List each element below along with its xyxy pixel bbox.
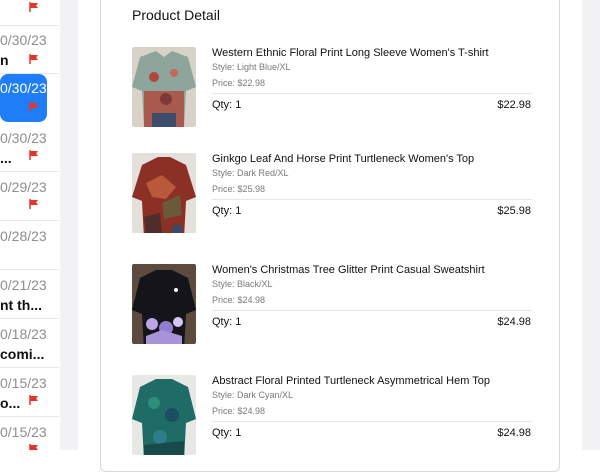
product-amount: $24.98	[497, 427, 531, 439]
message-list-item[interactable]: 0/21/23 nt th...	[0, 271, 59, 319]
content-gutter-left	[60, 0, 78, 450]
product-price: Price: $24.98	[212, 406, 266, 416]
message-list-item[interactable]: 0/15/23 o...	[0, 369, 59, 417]
product-price: Price: $22.98	[212, 78, 266, 88]
product-thumbnail[interactable]	[132, 264, 196, 344]
message-date: 0/15/23	[0, 424, 47, 440]
product-item[interactable]: Women's Christmas Tree Glitter Print Cas…	[132, 264, 532, 354]
message-preview: o...	[0, 395, 21, 411]
product-amount: $24.98	[497, 316, 531, 328]
message-date: 0/30/23	[0, 32, 47, 48]
product-detail-title: Product Detail	[132, 7, 220, 23]
message-list-item[interactable]: 0/30/23 n	[0, 26, 59, 74]
message-date: 0/18/23	[0, 326, 47, 342]
flag-icon	[29, 444, 39, 450]
product-amount: $22.98	[497, 99, 531, 111]
product-style: Style: Black/XL	[212, 279, 273, 289]
product-detail-card: Product Detail Western Ethnic Floral Pri…	[100, 0, 560, 472]
message-preview: nt th...	[0, 297, 42, 313]
message-date: 0/15/23	[0, 375, 47, 391]
divider	[212, 421, 532, 422]
product-price: Price: $24.98	[212, 295, 266, 305]
message-preview: ...	[0, 150, 12, 166]
product-name: Abstract Floral Printed Turtleneck Asymm…	[212, 375, 490, 387]
message-list-item[interactable]: 0/18/23 comi...	[0, 320, 59, 368]
product-qty: Qty: 1	[212, 427, 242, 439]
message-list-item[interactable]: 0/15/23	[0, 418, 59, 450]
message-list-item[interactable]: 0/29/23	[0, 173, 59, 221]
message-preview: comi...	[0, 346, 45, 362]
message-date: 0/21/23	[0, 277, 47, 293]
product-item[interactable]: Abstract Floral Printed Turtleneck Asymm…	[132, 375, 532, 465]
product-qty: Qty: 1	[212, 99, 242, 111]
message-date: 0/28/23	[0, 228, 47, 244]
message-list-item-selected[interactable]: 0/30/23	[0, 74, 47, 122]
message-list-item[interactable]: 0/28/23	[0, 222, 59, 270]
product-qty: Qty: 1	[212, 316, 242, 328]
content-gutter-right	[582, 0, 600, 450]
product-amount: $25.98	[497, 205, 531, 217]
message-date: 0/29/23	[0, 179, 47, 195]
flag-icon	[29, 199, 39, 209]
message-body: Product Detail Western Ethnic Floral Pri…	[78, 0, 582, 472]
flag-icon	[29, 2, 39, 12]
product-thumbnail[interactable]	[132, 375, 196, 455]
flag-icon	[29, 102, 39, 112]
message-list-item[interactable]	[0, 0, 59, 26]
message-list: 0/30/23 n 0/30/23 0/30/23 ... 0/29/23 0/…	[0, 0, 61, 450]
divider	[212, 199, 532, 200]
message-preview: n	[0, 52, 9, 68]
flag-icon	[29, 54, 39, 64]
product-name: Western Ethnic Floral Print Long Sleeve …	[212, 47, 489, 59]
flag-icon	[29, 150, 39, 160]
product-style: Style: Dark Cyan/XL	[212, 390, 294, 400]
product-name: Ginkgo Leaf And Horse Print Turtleneck W…	[212, 153, 475, 165]
message-list-item[interactable]: 0/30/23 ...	[0, 124, 59, 172]
product-thumbnail[interactable]	[132, 47, 196, 127]
message-date: 0/30/23	[0, 80, 47, 96]
product-qty: Qty: 1	[212, 205, 242, 217]
divider	[212, 310, 532, 311]
product-price: Price: $25.98	[212, 184, 266, 194]
product-item[interactable]: Western Ethnic Floral Print Long Sleeve …	[132, 47, 532, 137]
product-style: Style: Dark Red/XL	[212, 168, 289, 178]
product-item[interactable]: Ginkgo Leaf And Horse Print Turtleneck W…	[132, 153, 532, 243]
product-style: Style: Light Blue/XL	[212, 62, 291, 72]
product-name: Women's Christmas Tree Glitter Print Cas…	[212, 264, 485, 276]
divider	[212, 93, 532, 94]
product-thumbnail[interactable]	[132, 153, 196, 233]
flag-icon	[29, 395, 39, 405]
message-date: 0/30/23	[0, 130, 47, 146]
